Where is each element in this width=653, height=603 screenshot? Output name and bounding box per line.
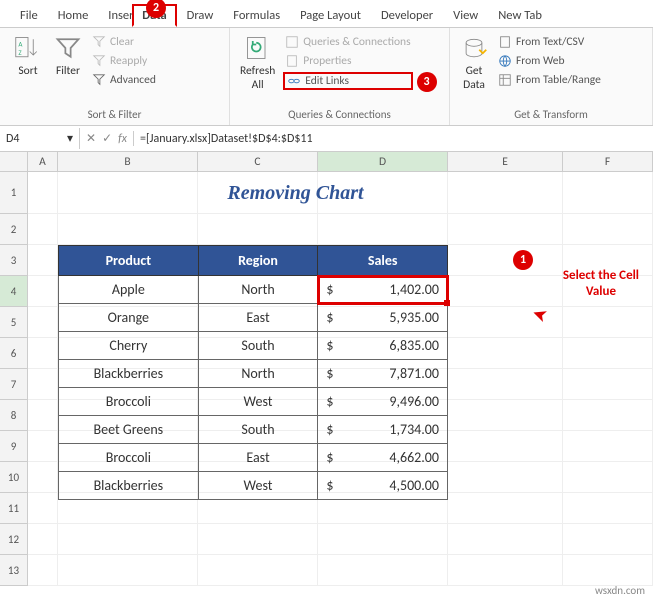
table-row[interactable]: CherrySouth$6,835.00: [59, 332, 448, 360]
group-queries: Refresh All Queries & Connections Proper…: [230, 28, 450, 125]
svg-text:A: A: [18, 39, 23, 48]
row-header[interactable]: 11: [0, 493, 28, 524]
row-header[interactable]: 3: [0, 245, 28, 276]
edit-links-button[interactable]: Edit Links 3: [283, 72, 412, 90]
tab-view[interactable]: View: [443, 4, 488, 27]
table-row[interactable]: BroccoliWest$9,496.00: [59, 388, 448, 416]
table-row[interactable]: BlackberriesWest$4,500.00: [59, 472, 448, 500]
row-header[interactable]: 7: [0, 369, 28, 400]
row-header[interactable]: 1: [0, 172, 28, 214]
tab-page-layout[interactable]: Page Layout: [290, 4, 371, 27]
select-all-corner[interactable]: [0, 152, 28, 171]
col-header-e[interactable]: E: [448, 152, 563, 171]
table-row[interactable]: AppleNorth $1,402.00: [59, 276, 448, 304]
page-title: Removing Chart: [28, 172, 563, 214]
data-table: Product Region Sales AppleNorth $1,402.0…: [58, 245, 448, 500]
table-row[interactable]: OrangeEast$5,935.00: [59, 304, 448, 332]
callout-1: 1: [513, 250, 533, 270]
row-header[interactable]: 8: [0, 400, 28, 431]
callout-3: 3: [417, 72, 437, 92]
table-row[interactable]: BlackberriesNorth$7,871.00: [59, 360, 448, 388]
row-header[interactable]: 10: [0, 462, 28, 493]
ribbon-tabs: 2 File Home Insert Data Draw Formulas Pa…: [0, 0, 653, 28]
sort-button[interactable]: AZ Sort: [10, 32, 46, 80]
from-text-csv-button[interactable]: From Text/CSV: [496, 34, 603, 50]
row-header[interactable]: 12: [0, 524, 28, 555]
reapply-button[interactable]: Reapply: [90, 53, 158, 69]
formula-bar: D4▾ ✕ ✓ fx =[January.xlsx]Dataset!$D$4:$…: [0, 126, 653, 152]
row-header[interactable]: 6: [0, 338, 28, 369]
column-headers: A B C D E F: [0, 152, 653, 172]
tab-formulas[interactable]: Formulas: [223, 4, 290, 27]
tab-file[interactable]: File: [10, 4, 48, 27]
tab-new-tab[interactable]: New Tab: [488, 4, 552, 27]
header-product: Product: [59, 246, 199, 276]
name-box[interactable]: D4▾: [0, 128, 80, 149]
refresh-all-button[interactable]: Refresh All: [236, 32, 279, 94]
group-sort-filter: AZ ZA AZ Sort Filter Clear Reapply Advan…: [0, 28, 230, 125]
col-header-b[interactable]: B: [58, 152, 198, 171]
filter-button[interactable]: Filter: [50, 32, 86, 80]
group-label-queries: Queries & Connections: [236, 106, 443, 123]
ribbon: AZ ZA AZ Sort Filter Clear Reapply Advan…: [0, 28, 653, 126]
col-header-f[interactable]: F: [563, 152, 653, 171]
row-header[interactable]: 13: [0, 555, 28, 586]
row-header[interactable]: 2: [0, 214, 28, 245]
queries-connections-button[interactable]: Queries & Connections: [283, 34, 412, 50]
group-label-get-transform: Get & Transform: [456, 106, 646, 123]
selected-cell[interactable]: $1,402.00: [318, 276, 448, 304]
tab-insert[interactable]: Insert: [98, 4, 132, 27]
tab-draw[interactable]: Draw: [177, 4, 224, 27]
get-data-button[interactable]: Get Data: [456, 32, 492, 94]
row-header[interactable]: 4: [0, 276, 28, 307]
fx-icon[interactable]: fx: [118, 132, 127, 146]
annotation-text: Select the Cell Value: [563, 268, 639, 299]
chevron-down-icon: ▾: [67, 131, 73, 146]
row-header[interactable]: 9: [0, 431, 28, 462]
formula-input[interactable]: =[January.xlsx]Dataset!$D$4:$D$11: [134, 129, 653, 149]
from-web-button[interactable]: From Web: [496, 53, 603, 69]
group-get-transform: Get Data From Text/CSV From Web From Tab…: [450, 28, 653, 125]
advanced-button[interactable]: Advanced: [90, 72, 158, 88]
row-header[interactable]: 5: [0, 307, 28, 338]
fx-controls: ✕ ✓ fx: [80, 131, 134, 146]
header-region: Region: [198, 246, 318, 276]
col-header-a[interactable]: A: [28, 152, 58, 171]
cancel-icon[interactable]: ✕: [86, 131, 96, 146]
svg-text:Z: Z: [18, 48, 22, 57]
tab-developer[interactable]: Developer: [371, 4, 443, 27]
col-header-d[interactable]: D: [318, 152, 448, 171]
from-table-range-button[interactable]: From Table/Range: [496, 72, 603, 88]
col-header-c[interactable]: C: [198, 152, 318, 171]
watermark: wsxdn.com: [595, 584, 645, 597]
confirm-icon[interactable]: ✓: [102, 131, 112, 146]
table-row[interactable]: BroccoliEast$4,662.00: [59, 444, 448, 472]
table-row[interactable]: Beet GreensSouth$1,734.00: [59, 416, 448, 444]
header-sales: Sales: [318, 246, 448, 276]
properties-button[interactable]: Properties: [283, 53, 412, 69]
tab-home[interactable]: Home: [48, 4, 99, 27]
clear-button[interactable]: Clear: [90, 34, 158, 50]
worksheet-grid[interactable]: 1 2 3 4 5 6 7 8 9 10 11 12 13 Removing C…: [0, 172, 653, 586]
group-label-sort-filter: Sort & Filter: [6, 106, 223, 123]
